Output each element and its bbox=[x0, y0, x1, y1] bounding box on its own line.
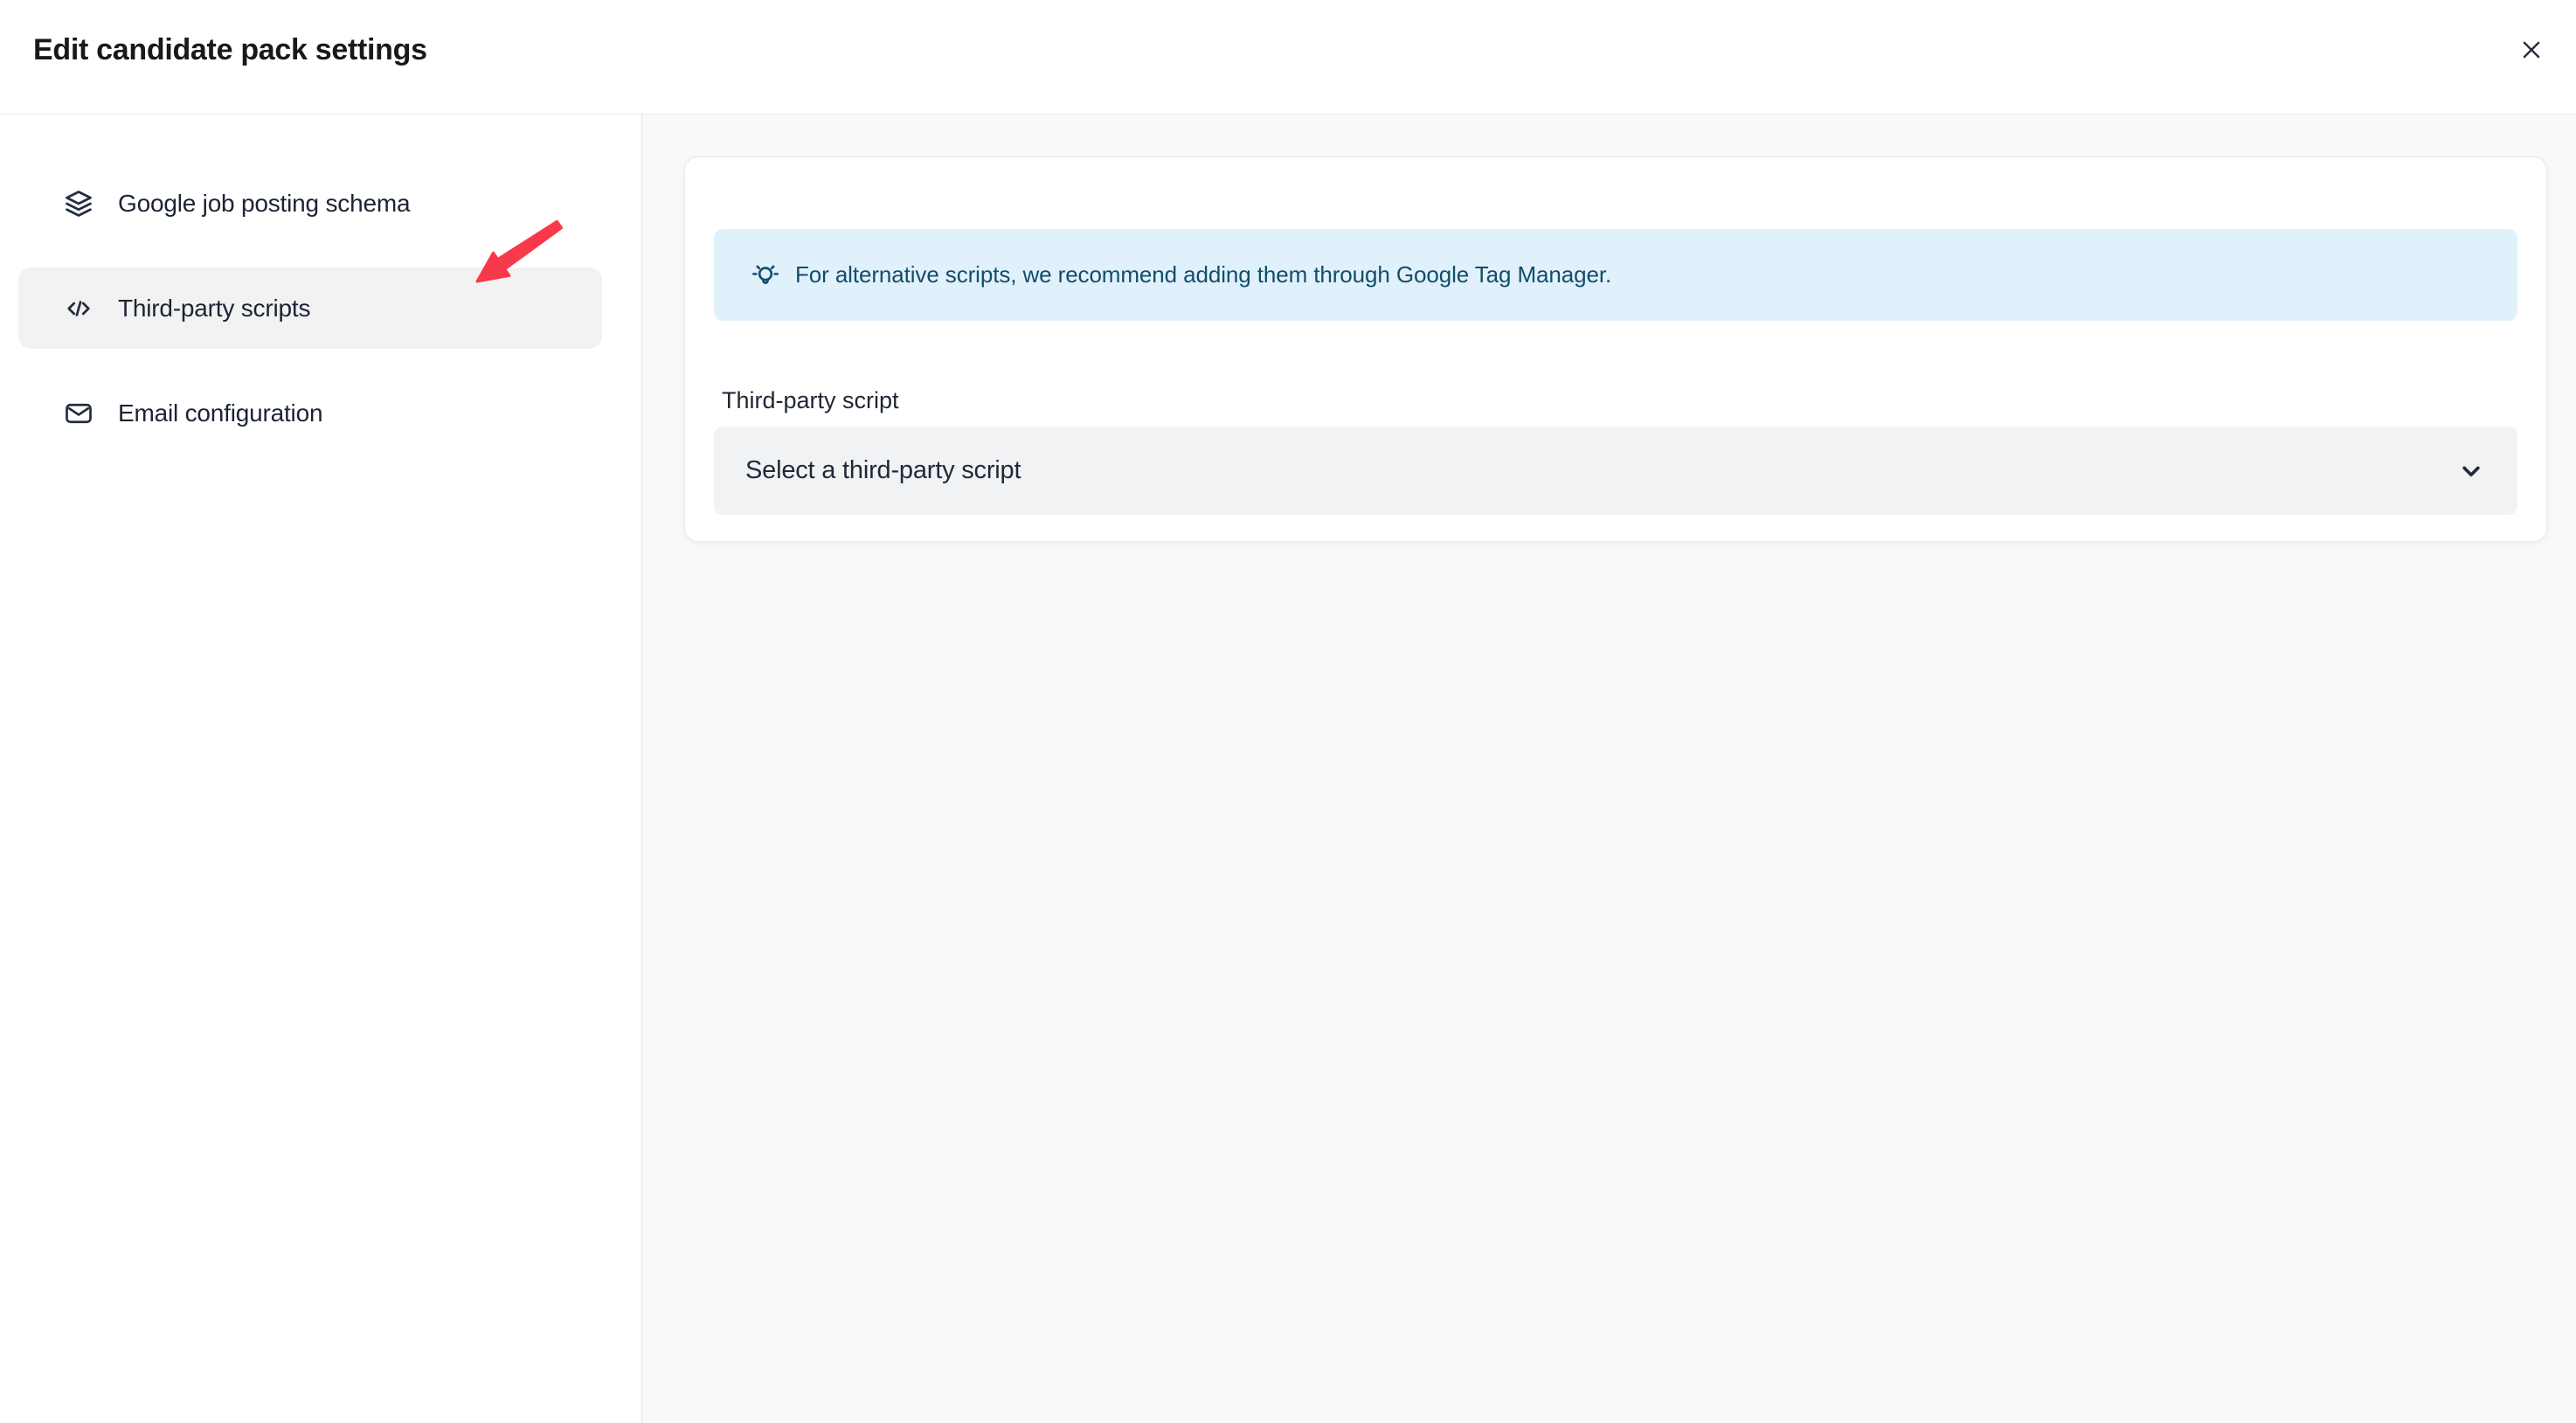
settings-nav-sidebar: Google job posting schema Third-party sc… bbox=[0, 115, 642, 1423]
chevron-down-icon bbox=[2456, 456, 2486, 486]
close-button[interactable] bbox=[2507, 25, 2556, 74]
sidebar-item-google-job-posting-schema[interactable]: Google job posting schema bbox=[18, 163, 602, 244]
info-banner-text: For alternative scripts, we recommend ad… bbox=[795, 261, 1611, 288]
dialog-header: Edit candidate pack settings bbox=[0, 0, 2576, 115]
lightbulb-icon bbox=[749, 259, 782, 292]
mail-icon bbox=[63, 398, 94, 429]
third-party-scripts-card: For alternative scripts, we recommend ad… bbox=[684, 156, 2547, 542]
field-label: Third-party script bbox=[722, 385, 2517, 415]
settings-panel: For alternative scripts, we recommend ad… bbox=[642, 115, 2576, 1423]
info-banner: For alternative scripts, we recommend ad… bbox=[714, 229, 2517, 321]
dialog-title: Edit candidate pack settings bbox=[33, 31, 427, 68]
layers-icon bbox=[63, 188, 94, 219]
code-icon bbox=[63, 293, 94, 324]
select-placeholder: Select a third-party script bbox=[745, 456, 2456, 485]
sidebar-item-label: Email configuration bbox=[118, 399, 322, 427]
third-party-script-select[interactable]: Select a third-party script bbox=[714, 427, 2517, 515]
sidebar-item-label: Third-party scripts bbox=[118, 295, 310, 323]
sidebar-item-third-party-scripts[interactable]: Third-party scripts bbox=[18, 267, 602, 349]
close-icon bbox=[2518, 37, 2545, 63]
sidebar-item-email-configuration[interactable]: Email configuration bbox=[18, 372, 602, 454]
sidebar-item-label: Google job posting schema bbox=[118, 190, 410, 218]
edit-candidate-pack-settings-dialog: Edit candidate pack settings Google job … bbox=[0, 0, 2576, 1423]
